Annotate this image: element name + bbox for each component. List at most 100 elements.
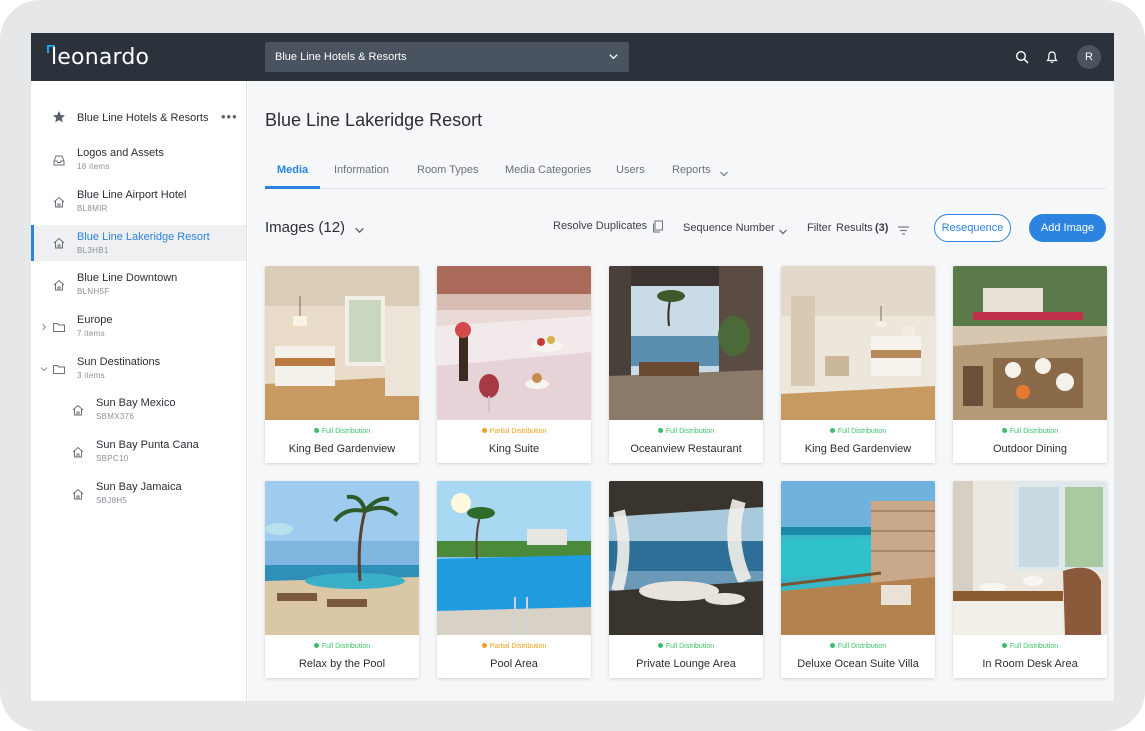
media-card[interactable]: Full Distribution In Room Desk Area <box>953 481 1107 678</box>
media-thumbnail[interactable] <box>781 481 935 635</box>
star-icon <box>51 109 67 125</box>
media-card[interactable]: Full Distribution King Bed Gardenview <box>781 266 935 463</box>
chevron-down-icon <box>608 51 619 65</box>
media-card[interactable]: Full Distribution Deluxe Ocean Suite Vil… <box>781 481 935 678</box>
resequence-button[interactable]: Resequence <box>934 214 1011 242</box>
sidebar-item-sub: BL8MIR <box>77 204 108 213</box>
resolve-duplicates-button[interactable]: Resolve Duplicates <box>553 220 647 232</box>
add-image-button-label: Add Image <box>1040 222 1095 234</box>
home-icon <box>51 194 67 210</box>
media-card[interactable]: Full Distribution Relax by the Pool <box>265 481 419 678</box>
media-card-title: Relax by the Pool <box>298 658 386 670</box>
sidebar-item-label: Sun Bay Punta Cana <box>96 439 199 451</box>
media-card[interactable]: Full Distribution Private Lounge Area <box>609 481 763 678</box>
distribution-status-label: Full Distribution <box>321 643 371 650</box>
distribution-status-label: Full Distribution <box>837 428 887 435</box>
tab-room-types[interactable]: Room Types <box>417 164 479 176</box>
sidebar-item-sub: 7 items <box>77 329 105 338</box>
chevron-down-icon[interactable] <box>354 223 365 241</box>
media-thumbnail[interactable] <box>265 481 419 635</box>
sidebar-item-sun-bay-punta-cana[interactable]: Sun Bay Punta Cana SBPC10 <box>31 435 246 469</box>
copy-icon[interactable] <box>652 220 664 238</box>
sort-select[interactable]: Sequence Number <box>683 222 775 234</box>
status-dot-icon <box>313 643 319 648</box>
more-options-icon[interactable]: ••• <box>221 109 238 124</box>
sidebar-root-item[interactable]: Blue Line Hotels & Resorts ••• <box>31 105 246 129</box>
sidebar-item-sun-bay-mexico[interactable]: Sun Bay Mexico SBMX376 <box>31 393 246 427</box>
media-thumbnail[interactable] <box>437 266 591 420</box>
results-count: (3) <box>875 222 889 234</box>
distribution-status-label: Full Distribution <box>665 428 715 435</box>
search-icon[interactable] <box>1012 47 1032 67</box>
sidebar-item-label: Blue Line Downtown <box>77 272 178 284</box>
distribution-status-label: Full Distribution <box>1009 428 1059 435</box>
media-thumbnail[interactable] <box>953 266 1107 420</box>
sidebar-item-europe[interactable]: Europe 7 items <box>31 310 246 344</box>
media-toolbar: Images (12) Resolve Duplicates Sequence … <box>265 211 1106 245</box>
sidebar-item-label: Sun Bay Jamaica <box>96 481 182 493</box>
media-card[interactable]: Full Distribution Oceanview Restaurant <box>609 266 763 463</box>
media-card[interactable]: Full Distribution Outdoor Dining <box>953 266 1107 463</box>
media-card[interactable]: Partial Distribution King Suite <box>437 266 591 463</box>
folder-icon <box>51 319 67 335</box>
sidebar-item-lakeridge-resort[interactable]: Blue Line Lakeridge Resort BL3HB1 <box>31 225 246 261</box>
images-count-heading[interactable]: Images (12) <box>265 219 345 236</box>
home-icon <box>51 277 67 293</box>
chevron-down-icon[interactable] <box>719 166 729 184</box>
sidebar-item-airport-hotel[interactable]: Blue Line Airport Hotel BL8MIR <box>31 185 246 219</box>
tab-information[interactable]: Information <box>334 164 389 176</box>
distribution-status: Partial Distribution <box>437 428 591 435</box>
chevron-down-icon[interactable] <box>39 364 49 374</box>
add-image-button[interactable]: Add Image <box>1029 214 1106 242</box>
tab-media-categories[interactable]: Media Categories <box>505 164 591 176</box>
media-thumbnail[interactable] <box>265 266 419 420</box>
sidebar-item-downtown[interactable]: Blue Line Downtown BLNH5F <box>31 268 246 302</box>
inbox-icon <box>51 152 67 168</box>
sidebar-root-label: Blue Line Hotels & Resorts <box>77 112 209 124</box>
tab-reports[interactable]: Reports <box>672 164 711 176</box>
sidebar-item-sun-bay-jamaica[interactable]: Sun Bay Jamaica SBJ8H5 <box>31 477 246 511</box>
media-card[interactable]: Full Distribution King Bed Gardenview <box>265 266 419 463</box>
chevron-down-icon[interactable] <box>778 224 788 242</box>
status-dot-icon <box>829 643 835 648</box>
media-thumbnail[interactable] <box>953 481 1107 635</box>
media-card[interactable]: Partial Distribution Pool Area <box>437 481 591 678</box>
active-tab-indicator <box>265 186 320 189</box>
distribution-status: Full Distribution <box>781 643 935 650</box>
media-card-title: Pool Area <box>490 658 538 670</box>
filter-label[interactable]: Filter <box>807 222 831 234</box>
sidebar-item-sun-destinations[interactable]: Sun Destinations 3 items <box>31 352 246 386</box>
status-dot-icon <box>481 643 487 648</box>
distribution-status: Full Distribution <box>609 428 763 435</box>
top-bar: leonardo Blue Line Hotels & Resorts R <box>31 33 1114 81</box>
user-avatar[interactable]: R <box>1077 45 1101 69</box>
sidebar-item-label: Logos and Assets <box>77 147 164 159</box>
sidebar-item-label: Sun Bay Mexico <box>96 397 176 409</box>
media-card-title: Deluxe Ocean Suite Villa <box>797 658 919 670</box>
tab-users[interactable]: Users <box>616 164 645 176</box>
bell-icon[interactable] <box>1042 47 1062 67</box>
media-thumbnail[interactable] <box>609 481 763 635</box>
sidebar-item-sub: BLNH5F <box>77 287 110 296</box>
media-thumbnail[interactable] <box>437 481 591 635</box>
distribution-status-label: Partial Distribution <box>489 428 547 435</box>
app-logo[interactable]: leonardo <box>47 43 149 71</box>
folder-icon <box>51 361 67 377</box>
home-icon <box>51 235 67 251</box>
sidebar-item-label: Sun Destinations <box>77 356 161 368</box>
distribution-status-label: Partial Distribution <box>489 643 547 650</box>
media-thumbnail[interactable] <box>609 266 763 420</box>
status-dot-icon <box>481 428 487 433</box>
distribution-status-label: Full Distribution <box>837 643 887 650</box>
status-dot-icon <box>313 428 319 433</box>
media-thumbnail[interactable] <box>781 266 935 420</box>
sidebar-item-logos-and-assets[interactable]: Logos and Assets 18 items <box>31 143 246 177</box>
status-dot-icon <box>1001 643 1007 648</box>
filter-icon[interactable] <box>897 223 910 241</box>
tab-media[interactable]: Media <box>277 164 308 176</box>
distribution-status: Full Distribution <box>953 643 1107 650</box>
organization-select[interactable]: Blue Line Hotels & Resorts <box>265 42 629 72</box>
resequence-button-label: Resequence <box>941 222 1004 234</box>
chevron-right-icon[interactable] <box>39 322 49 332</box>
results-label: Results <box>836 222 873 234</box>
